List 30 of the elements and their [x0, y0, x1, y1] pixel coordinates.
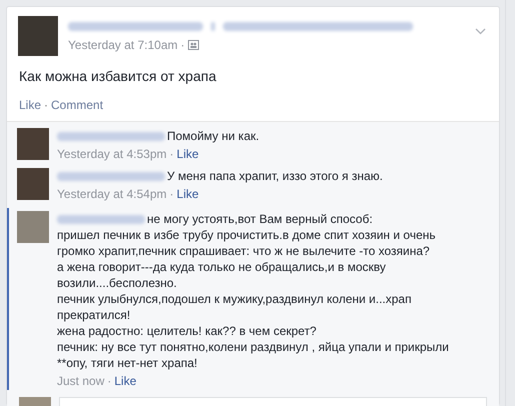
chevron-down-icon[interactable]	[475, 28, 486, 35]
comment-time[interactable]: Just now	[57, 372, 104, 390]
comment-time[interactable]: Yesterday at 4:54pm	[57, 185, 167, 203]
avatar-placeholder	[17, 128, 49, 160]
comment-text: а жена говорит---да куда только не обращались,и в москву возили....бесполезно.	[57, 259, 387, 291]
separator-dot: ·	[180, 37, 185, 54]
separator-dot: ·	[44, 97, 48, 114]
separator-dot: ·	[170, 186, 174, 203]
comment-text: У меня папа храпит, иззо этого я знаю.	[167, 168, 383, 184]
comment-text: жена радостно: целитель! как?? в чем секрет?	[57, 323, 318, 339]
post-time[interactable]: Yesterday at 7:10am	[68, 36, 178, 54]
comment-text: печник улыбнулся,подошел к мужику,раздвинул колени и...храп прекратился!	[57, 291, 412, 323]
avatar-placeholder	[17, 168, 49, 200]
post-text: Как можна избавится от храпа	[18, 67, 218, 86]
like-link[interactable]: Like	[114, 372, 136, 390]
comment-time[interactable]: Yesterday at 4:53pm	[57, 145, 167, 163]
like-link[interactable]: Like	[176, 145, 199, 163]
separator-dot: ·	[107, 373, 112, 390]
comment-text: не могу устоять,вот Вам верный способ:	[147, 211, 373, 227]
comment-link[interactable]: Comment	[51, 96, 104, 114]
comment-text: пришел печник в избе трубу прочистить.в доме спит хозяин и очень громко храпит,печник спрашивает: что ж не вылечите -то хозяина?	[57, 227, 437, 259]
separator-dot: ·	[170, 146, 174, 163]
avatar-placeholder	[18, 16, 58, 56]
comment-text: печник: ну все тут понятно,колени раздвинул , яйца упали и прикрыли **опу, тяги нет-нет храпа!	[57, 339, 450, 371]
like-link[interactable]: Like	[176, 185, 199, 203]
comment-text: Помойму ни как.	[167, 128, 260, 144]
like-link[interactable]: Like	[19, 96, 42, 114]
blurred-name	[211, 22, 215, 31]
avatar-placeholder	[17, 211, 49, 243]
friends-icon	[188, 40, 199, 50]
